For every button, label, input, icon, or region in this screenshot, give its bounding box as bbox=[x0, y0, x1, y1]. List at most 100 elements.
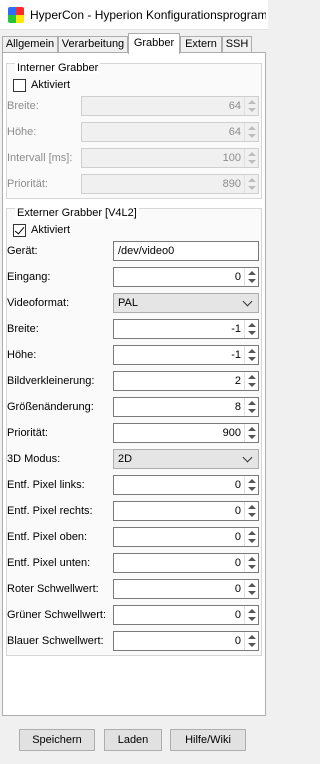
spin-arrows-icon[interactable] bbox=[244, 424, 258, 442]
decimation-row: Bildverkleinerung: 2 bbox=[7, 371, 267, 391]
green-threshold-value: 0 bbox=[234, 609, 241, 621]
spin-arrows-icon[interactable] bbox=[244, 97, 258, 115]
blue-threshold-spinbox[interactable]: 0 bbox=[113, 631, 259, 651]
grabber-tab-pane: Interner Grabber Aktiviert Breite: 64 Hö… bbox=[2, 52, 266, 716]
ext-height-value: -1 bbox=[231, 349, 241, 361]
priority-spinbox[interactable]: 900 bbox=[113, 423, 259, 443]
crop-bottom-label: Entf. Pixel unten: bbox=[7, 557, 91, 569]
internal-interval-label: Intervall [ms]: bbox=[7, 152, 73, 164]
crop-bottom-spinbox[interactable]: 0 bbox=[113, 553, 259, 573]
green-threshold-label: Grüner Schwellwert: bbox=[7, 609, 107, 621]
spin-arrows-icon[interactable] bbox=[244, 476, 258, 494]
crop-right-row: Entf. Pixel rechts: 0 bbox=[7, 501, 267, 521]
blue-threshold-value: 0 bbox=[234, 635, 241, 647]
crop-top-value: 0 bbox=[234, 531, 241, 543]
save-button[interactable]: Speichern bbox=[19, 729, 95, 751]
help-wiki-button[interactable]: Hilfe/Wiki bbox=[170, 729, 246, 751]
tab-allgemein[interactable]: Allgemein bbox=[2, 36, 58, 53]
mode3d-value: 2D bbox=[118, 453, 133, 465]
ext-width-row: Breite: -1 bbox=[7, 319, 267, 339]
video-format-row: Videoformat: PAL bbox=[7, 293, 267, 313]
hyperion-app-icon bbox=[8, 7, 24, 23]
ext-width-label: Breite: bbox=[7, 323, 39, 335]
external-grabber-title: Externer Grabber [V4L2] bbox=[15, 207, 139, 219]
checkbox-unchecked-icon bbox=[13, 79, 26, 92]
video-format-value: PAL bbox=[118, 297, 138, 309]
internal-height-value: 64 bbox=[228, 126, 241, 138]
crop-left-label: Entf. Pixel links: bbox=[7, 479, 85, 491]
crop-left-value: 0 bbox=[234, 479, 241, 491]
internal-priority-label: Priorität: bbox=[7, 178, 48, 190]
external-active-label: Aktiviert bbox=[31, 224, 71, 236]
internal-interval-value: 100 bbox=[222, 152, 241, 164]
spin-arrows-icon[interactable] bbox=[244, 398, 258, 416]
internal-priority-value: 890 bbox=[222, 178, 241, 190]
red-threshold-row: Roter Schwellwert: 0 bbox=[7, 579, 267, 599]
resize-spinbox[interactable]: 8 bbox=[113, 397, 259, 417]
internal-priority-spinbox[interactable]: 890 bbox=[81, 174, 259, 194]
spin-arrows-icon[interactable] bbox=[244, 149, 258, 167]
crop-left-row: Entf. Pixel links: 0 bbox=[7, 475, 267, 495]
mode3d-row: 3D Modus: 2D bbox=[7, 449, 267, 469]
spin-arrows-icon[interactable] bbox=[244, 502, 258, 520]
decimation-label: Bildverkleinerung: bbox=[7, 375, 95, 387]
resize-label: Größenänderung: bbox=[7, 401, 94, 413]
internal-width-label: Breite: bbox=[7, 100, 39, 112]
green-threshold-row: Grüner Schwellwert: 0 bbox=[7, 605, 267, 625]
priority-label: Priorität: bbox=[7, 427, 48, 439]
spin-arrows-icon[interactable] bbox=[244, 268, 258, 286]
spin-arrows-icon[interactable] bbox=[244, 606, 258, 624]
tab-extern[interactable]: Extern bbox=[180, 36, 222, 53]
spin-arrows-icon[interactable] bbox=[244, 554, 258, 572]
crop-right-label: Entf. Pixel rechts: bbox=[7, 505, 93, 517]
ext-height-spinbox[interactable]: -1 bbox=[113, 345, 259, 365]
spin-arrows-icon[interactable] bbox=[244, 632, 258, 650]
spin-arrows-icon[interactable] bbox=[244, 372, 258, 390]
device-value: /dev/video0 bbox=[118, 245, 175, 257]
crop-left-spinbox[interactable]: 0 bbox=[113, 475, 259, 495]
internal-width-spinbox[interactable]: 64 bbox=[81, 96, 259, 116]
internal-height-spinbox[interactable]: 64 bbox=[81, 122, 259, 142]
input-row: Eingang: 0 bbox=[7, 267, 267, 287]
crop-top-spinbox[interactable]: 0 bbox=[113, 527, 259, 547]
checkbox-checked-icon bbox=[13, 224, 26, 237]
ext-height-label: Höhe: bbox=[7, 349, 37, 361]
internal-height-label: Höhe: bbox=[7, 126, 37, 138]
crop-right-value: 0 bbox=[234, 505, 241, 517]
crop-bottom-value: 0 bbox=[234, 557, 241, 569]
internal-width-row: Breite: 64 bbox=[7, 96, 267, 116]
tab-verarbeitung[interactable]: Verarbeitung bbox=[58, 36, 128, 53]
load-button[interactable]: Laden bbox=[104, 729, 162, 751]
window-title: HyperCon - Hyperion Konfigurationsprogra… bbox=[30, 8, 266, 22]
tab-bar: Allgemein Verarbeitung Grabber Extern SS… bbox=[0, 33, 268, 54]
green-threshold-spinbox[interactable]: 0 bbox=[113, 605, 259, 625]
spin-arrows-icon[interactable] bbox=[244, 346, 258, 364]
chevron-down-icon bbox=[242, 452, 253, 463]
input-spinbox[interactable]: 0 bbox=[113, 267, 259, 287]
spin-arrows-icon[interactable] bbox=[244, 580, 258, 598]
priority-row: Priorität: 900 bbox=[7, 423, 267, 443]
title-bar: HyperCon - Hyperion Konfigurationsprogra… bbox=[0, 0, 268, 30]
red-threshold-spinbox[interactable]: 0 bbox=[113, 579, 259, 599]
spin-arrows-icon[interactable] bbox=[244, 175, 258, 193]
input-value: 0 bbox=[234, 271, 241, 283]
spin-arrows-icon[interactable] bbox=[244, 528, 258, 546]
ext-width-spinbox[interactable]: -1 bbox=[113, 319, 259, 339]
internal-interval-spinbox[interactable]: 100 bbox=[81, 148, 259, 168]
device-row: Gerät: /dev/video0 bbox=[7, 241, 267, 261]
spin-arrows-icon[interactable] bbox=[244, 320, 258, 338]
device-label: Gerät: bbox=[7, 245, 38, 257]
mode3d-select[interactable]: 2D bbox=[113, 449, 259, 469]
tab-grabber[interactable]: Grabber bbox=[128, 33, 180, 54]
crop-top-row: Entf. Pixel oben: 0 bbox=[7, 527, 267, 547]
decimation-spinbox[interactable]: 2 bbox=[113, 371, 259, 391]
device-input[interactable]: /dev/video0 bbox=[113, 241, 259, 261]
video-format-select[interactable]: PAL bbox=[113, 293, 259, 313]
spin-arrows-icon[interactable] bbox=[244, 123, 258, 141]
blue-threshold-label: Blauer Schwellwert: bbox=[7, 635, 104, 647]
ext-width-value: -1 bbox=[231, 323, 241, 335]
internal-height-row: Höhe: 64 bbox=[7, 122, 267, 142]
crop-right-spinbox[interactable]: 0 bbox=[113, 501, 259, 521]
tab-ssh[interactable]: SSH bbox=[222, 36, 252, 53]
decimation-value: 2 bbox=[234, 375, 241, 387]
